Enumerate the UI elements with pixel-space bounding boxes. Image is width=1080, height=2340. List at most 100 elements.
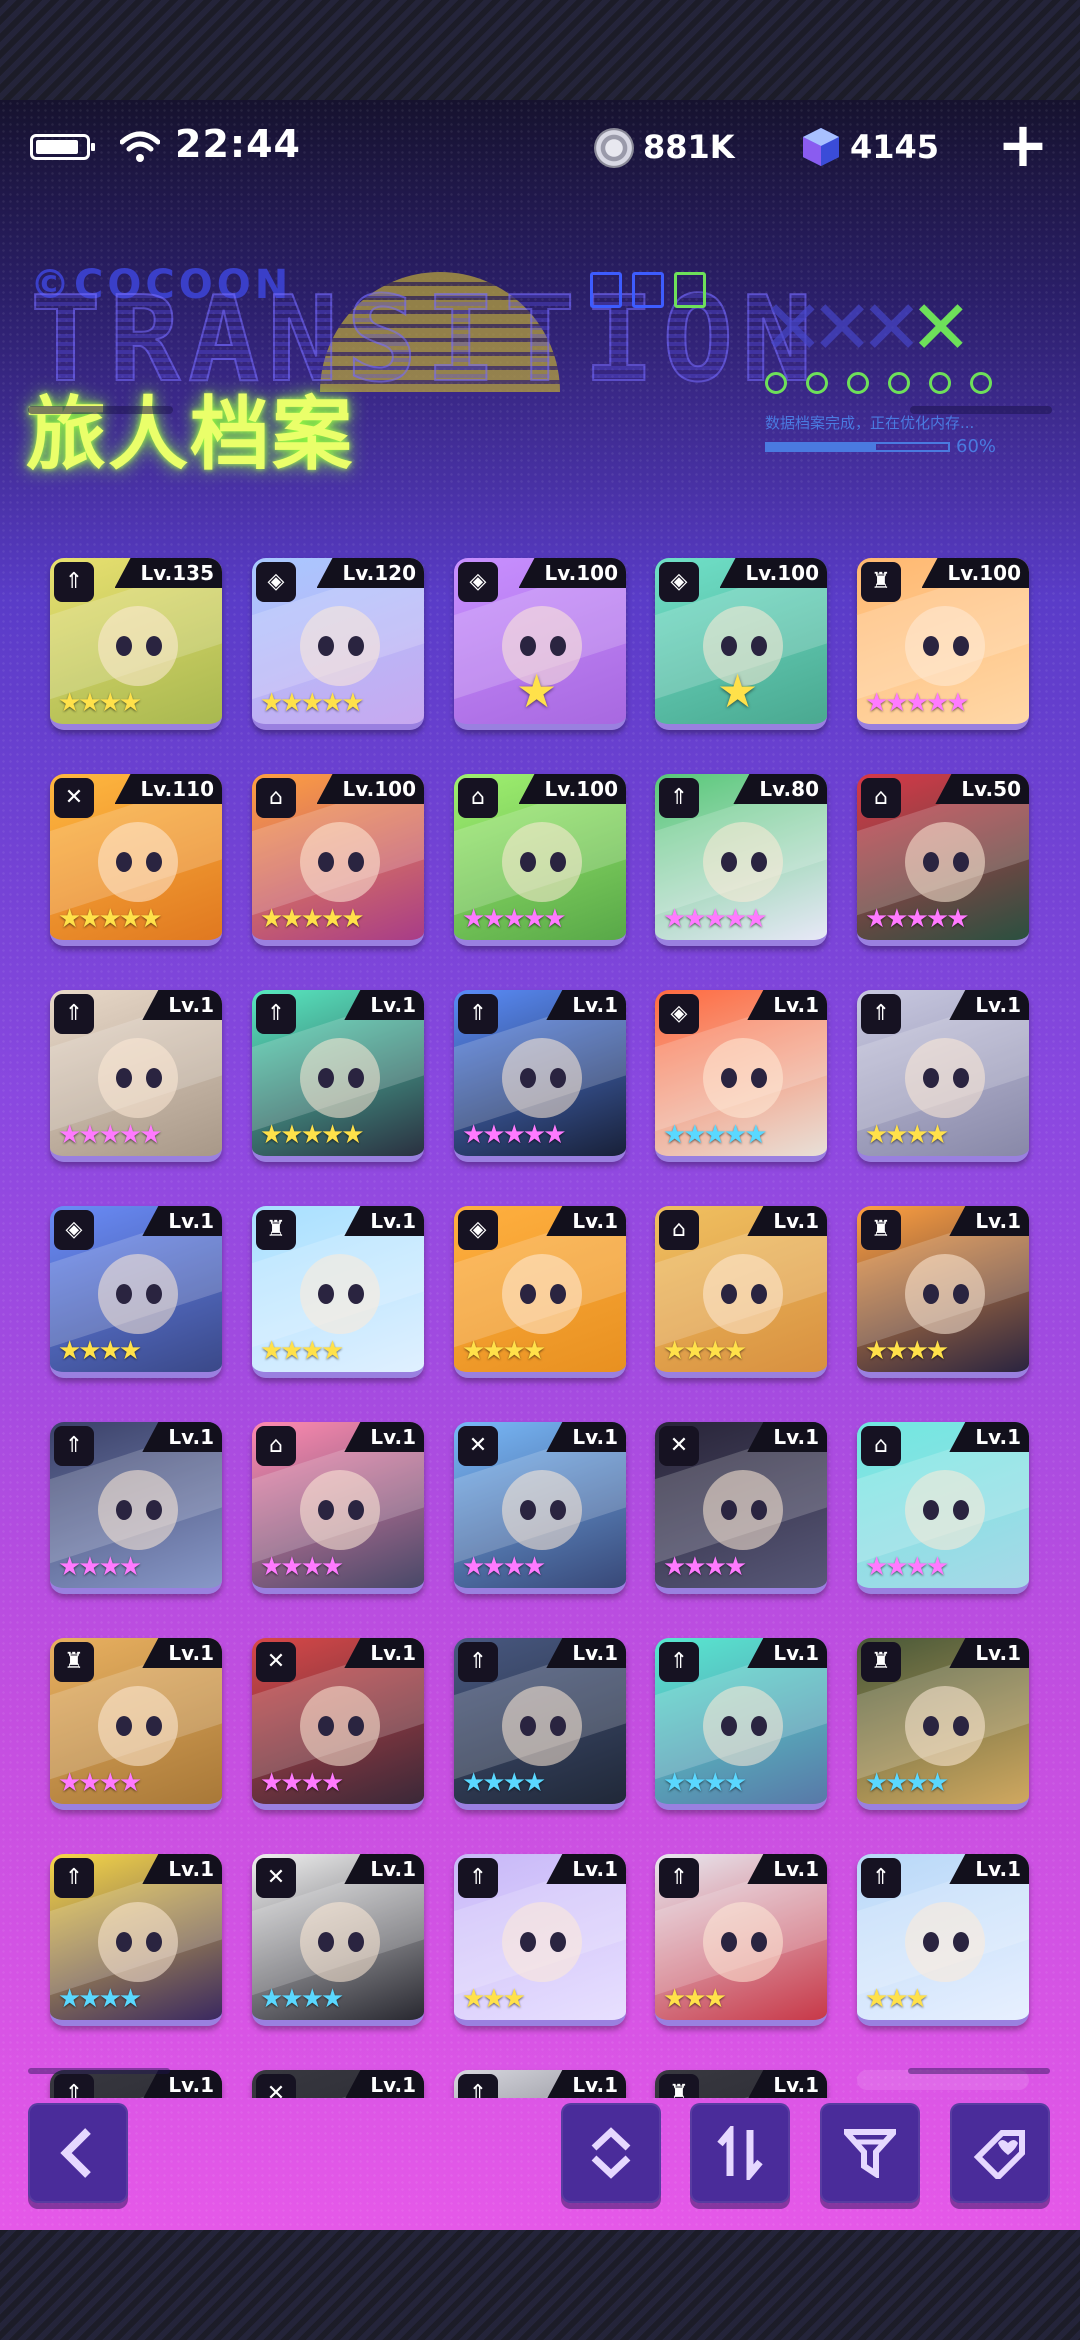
level-label: Lv.1 bbox=[344, 1638, 424, 1668]
character-card[interactable]: Lv.1 ✕ bbox=[252, 2070, 424, 2098]
portrait-eye bbox=[520, 1284, 536, 1304]
character-card[interactable]: Lv.1 ⇑ bbox=[50, 2070, 222, 2098]
character-card[interactable]: Lv.100 ♜ ★★★★★ bbox=[857, 558, 1029, 730]
character-card[interactable]: Lv.1 ⇑ ★★★★ bbox=[454, 1638, 626, 1810]
character-card[interactable]: Lv.1 ⇑ ★★★★ bbox=[655, 1638, 827, 1810]
star-rating: ★★★★ bbox=[58, 1336, 142, 1366]
dot-indicators bbox=[765, 372, 1011, 398]
level-label: Lv.1 bbox=[747, 990, 827, 1020]
character-card[interactable]: Lv.1 ♜ ★★★★ bbox=[857, 1206, 1029, 1378]
arrow-up-icon: ⇑ bbox=[659, 1642, 699, 1682]
character-card[interactable]: Lv.100 ◈ ★ bbox=[454, 558, 626, 730]
character-card[interactable]: Lv.1 ⇑ ★★★★ bbox=[857, 990, 1029, 1162]
game-screen: 22:44 881K 4145 + ©COCOON TRANSITION 旅人档… bbox=[0, 100, 1080, 2230]
character-card[interactable]: Lv.1 ⌂ ★★★★ bbox=[655, 1206, 827, 1378]
portrait-eye bbox=[318, 1284, 334, 1304]
level-label: Lv.1 bbox=[949, 1638, 1029, 1668]
sort-arrows-icon bbox=[717, 2126, 763, 2180]
sort-order-button[interactable] bbox=[561, 2103, 661, 2203]
star-rating: ★★★★★ bbox=[58, 904, 163, 934]
character-card[interactable]: Lv.50 ⌂ ★★★★★ bbox=[857, 774, 1029, 946]
character-card[interactable]: Lv.80 ⇑ ★★★★★ bbox=[655, 774, 827, 946]
star-rating: ★★★★ bbox=[663, 1552, 747, 1582]
character-card[interactable]: Lv.1 ⇑ ★★★ bbox=[454, 1854, 626, 2026]
portrait-eye bbox=[348, 1500, 364, 1520]
portrait-eye bbox=[953, 1500, 969, 1520]
portrait-eye bbox=[550, 1284, 566, 1304]
portrait-eye bbox=[116, 636, 132, 656]
character-card[interactable]: Lv.1 ♜ ★★★★ bbox=[252, 1206, 424, 1378]
level-label: Lv.50 bbox=[935, 774, 1029, 804]
portrait-eye bbox=[348, 636, 364, 656]
portrait-eye bbox=[721, 1284, 737, 1304]
level-label: Lv.1 bbox=[142, 1422, 222, 1452]
character-card[interactable]: Lv.110 ✕ ★★★★★ bbox=[50, 774, 222, 946]
character-card[interactable]: Lv.120 ◈ ★★★★★ bbox=[252, 558, 424, 730]
portrait-eye bbox=[520, 1932, 536, 1952]
character-portrait bbox=[905, 606, 985, 686]
arrow-up-icon: ⇑ bbox=[54, 1426, 94, 1466]
level-label: Lv.135 bbox=[114, 558, 222, 588]
sort-button[interactable] bbox=[690, 2103, 790, 2203]
character-card[interactable]: Lv.1 ⇑ ★★★ bbox=[655, 1854, 827, 2026]
character-card[interactable]: Lv.100 ⌂ ★★★★★ bbox=[252, 774, 424, 946]
character-card[interactable]: Lv.1 ⇑ ★★★★★ bbox=[252, 990, 424, 1162]
star-rating: ★★★★ bbox=[58, 1768, 142, 1798]
arrow-up-icon: ⇑ bbox=[54, 562, 94, 602]
loading-percent: 60% bbox=[956, 436, 997, 457]
character-card[interactable]: Lv.1 ⇑ ★★★★ bbox=[50, 1854, 222, 2026]
character-card[interactable]: Lv.1 ◈ ★★★★★ bbox=[655, 990, 827, 1162]
character-card[interactable]: Lv.1 ⇑ ★★★★★ bbox=[454, 990, 626, 1162]
portrait-eye bbox=[953, 852, 969, 872]
level-label: Lv.1 bbox=[546, 1638, 626, 1668]
character-card[interactable]: Lv.1 ♜ bbox=[655, 2070, 827, 2098]
star-rating: ★★★★ bbox=[462, 1552, 546, 1582]
dot-icon bbox=[847, 372, 869, 394]
floppy-icon bbox=[590, 272, 622, 308]
heart-tag-icon bbox=[973, 2130, 1025, 2179]
portrait-eye bbox=[116, 1284, 132, 1304]
character-card[interactable]: Lv.1 ⇑ ★★★ bbox=[857, 1854, 1029, 2026]
level-label: Lv.1 bbox=[142, 2070, 222, 2098]
character-card[interactable]: Lv.1 ♜ ★★★★ bbox=[50, 1638, 222, 1810]
character-card[interactable]: Lv.100 ◈ ★ bbox=[655, 558, 827, 730]
character-grid: Lv.135 ⇑ ★★★★ Lv.120 ◈ ★★★★★ Lv.100 ◈ ★ Lv.100 ◈ ★ L… bbox=[0, 460, 1080, 2098]
character-portrait bbox=[502, 1254, 582, 1334]
character-card[interactable]: Lv.1 ✕ ★★★★ bbox=[454, 1422, 626, 1594]
character-card[interactable]: Lv.135 ⇑ ★★★★ bbox=[50, 558, 222, 730]
character-card[interactable]: Lv.1 ✕ ★★★★ bbox=[252, 1854, 424, 2026]
character-portrait bbox=[502, 1902, 582, 1982]
character-card[interactable]: Lv.1 ⇑ ★★★★ bbox=[50, 1422, 222, 1594]
arrow-up-icon: ⇑ bbox=[458, 1642, 498, 1682]
favorite-button[interactable] bbox=[950, 2103, 1050, 2203]
character-card[interactable]: Lv.1 ⌂ ★★★★ bbox=[857, 1422, 1029, 1594]
character-card[interactable]: Lv.1 ◈ ★★★★ bbox=[50, 1206, 222, 1378]
star-rating: ★ bbox=[717, 664, 759, 718]
back-button[interactable] bbox=[28, 2103, 128, 2203]
character-card[interactable]: Lv.1 ✕ ★★★★ bbox=[252, 1638, 424, 1810]
portrait-eye bbox=[318, 1500, 334, 1520]
character-card[interactable]: Lv.1 ◈ ★★★★ bbox=[454, 1206, 626, 1378]
character-card[interactable]: Lv.1 ⇑ bbox=[454, 2070, 626, 2098]
portrait-eye bbox=[550, 1068, 566, 1088]
character-card[interactable]: Lv.1 ♜ ★★★★ bbox=[857, 1638, 1029, 1810]
character-card[interactable]: Lv.100 ⌂ ★★★★★ bbox=[454, 774, 626, 946]
star-rating: ★★★ bbox=[865, 1984, 929, 2014]
character-portrait bbox=[300, 1470, 380, 1550]
portrait-eye bbox=[721, 636, 737, 656]
level-label: Lv.1 bbox=[546, 2070, 626, 2098]
status-bar: 22:44 881K 4145 + bbox=[0, 100, 1080, 190]
portrait-eye bbox=[721, 1932, 737, 1952]
character-card[interactable]: Lv.1 ⌂ ★★★★ bbox=[252, 1422, 424, 1594]
add-currency-button[interactable]: + bbox=[996, 114, 1050, 176]
character-portrait bbox=[703, 1470, 783, 1550]
character-portrait bbox=[300, 1038, 380, 1118]
character-card[interactable]: Lv.1 ✕ ★★★★ bbox=[655, 1422, 827, 1594]
filter-button[interactable] bbox=[820, 2103, 920, 2203]
bottom-bezel bbox=[0, 2230, 1080, 2340]
portrait-eye bbox=[953, 636, 969, 656]
character-card[interactable]: Lv.1 ⇑ ★★★★★ bbox=[50, 990, 222, 1162]
character-portrait bbox=[905, 822, 985, 902]
portrait-eye bbox=[348, 1932, 364, 1952]
star-rating: ★★★★★ bbox=[865, 688, 970, 718]
